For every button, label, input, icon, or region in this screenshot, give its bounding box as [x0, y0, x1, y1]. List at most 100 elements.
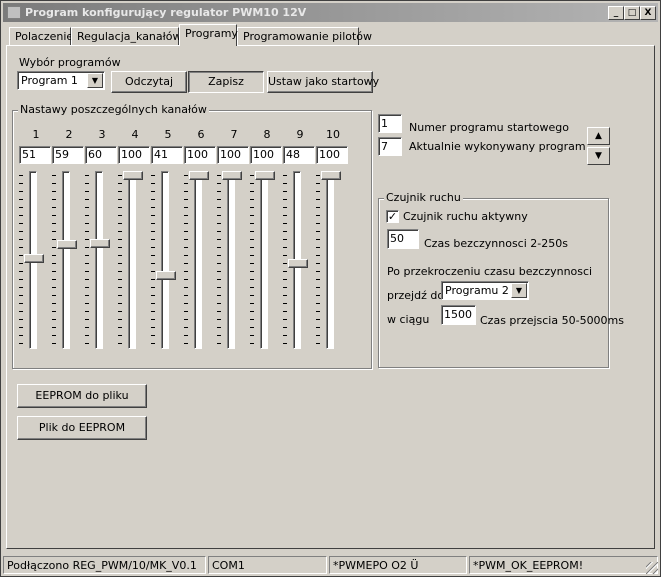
status-port: COM1	[208, 556, 327, 574]
channel-slider[interactable]	[316, 171, 346, 349]
slider-track[interactable]	[128, 171, 136, 349]
slider-track[interactable]	[161, 171, 169, 349]
slider-track[interactable]	[260, 171, 268, 349]
channel-number: 8	[263, 128, 271, 141]
resize-grip-icon[interactable]	[646, 562, 658, 574]
channel-number: 6	[197, 128, 205, 141]
slider-track[interactable]	[326, 171, 334, 349]
channel-value-field[interactable]: 100	[217, 146, 249, 164]
channel-value-field[interactable]: 100	[250, 146, 282, 164]
read-button[interactable]: Odczytaj	[111, 71, 187, 93]
tab-programowanie-pilotow[interactable]: Programowanie pilotów	[237, 27, 372, 45]
channel-value-field[interactable]: 48	[283, 146, 315, 164]
transition-time-field[interactable]: 1500	[441, 305, 476, 325]
channel-slider[interactable]	[283, 171, 313, 349]
slider-thumb[interactable]	[156, 271, 176, 280]
channel-number: 3	[98, 128, 106, 141]
channel-slider[interactable]	[217, 171, 247, 349]
tab-programy[interactable]: Programy	[179, 24, 238, 46]
slider-thumb[interactable]	[189, 171, 209, 180]
slider-ticks	[151, 175, 155, 345]
save-button[interactable]: Zapisz	[188, 71, 264, 93]
channel-number: 2	[65, 128, 73, 141]
channel-number: 5	[164, 128, 172, 141]
goto-program-select[interactable]: Programu 2 ▼	[441, 281, 529, 300]
arrow-up-button[interactable]: ▲	[587, 127, 610, 145]
eeprom-to-file-button[interactable]: EEPROM do pliku	[17, 384, 147, 408]
status-bar: Podłączono REG_PWM/10/MK_V0.1 COM1 *PWME…	[3, 556, 658, 574]
goto-label: przejdź do	[387, 289, 445, 302]
channel-number: 9	[296, 128, 304, 141]
arrow-up-icon: ▲	[595, 131, 602, 141]
slider-ticks	[85, 175, 89, 345]
motion-sensor-active-label: Czujnik ruchu aktywny	[403, 210, 528, 223]
slider-ticks	[52, 175, 56, 345]
set-start-button[interactable]: Ustaw jako startowy	[267, 71, 379, 93]
slider-thumb[interactable]	[24, 254, 44, 263]
chevron-down-icon[interactable]: ▼	[87, 73, 103, 88]
channel-slider[interactable]	[184, 171, 214, 349]
channels-group-label: Nastawy poszczególnych kanałów	[18, 103, 209, 116]
file-to-eeprom-button[interactable]: Plik do EEPROM	[17, 416, 147, 440]
channel-number: 7	[230, 128, 238, 141]
slider-thumb[interactable]	[255, 171, 275, 180]
within-label: w ciągu	[387, 313, 430, 326]
slider-ticks	[19, 175, 23, 345]
channel-value-field[interactable]: 100	[184, 146, 216, 164]
slider-track[interactable]	[62, 171, 70, 349]
channel-value-field[interactable]: 41	[151, 146, 183, 164]
slider-thumb[interactable]	[288, 259, 308, 268]
tab-regulacja-kanalow[interactable]: Regulacja_kanałów	[71, 27, 182, 45]
checkmark-icon: ✓	[387, 210, 398, 223]
slider-ticks	[283, 175, 287, 345]
slider-ticks	[250, 175, 254, 345]
motion-sensor-checkbox[interactable]: ✓	[386, 210, 399, 223]
program-select-value: Program 1	[21, 74, 78, 87]
channel-value-field[interactable]: 100	[316, 146, 348, 164]
slider-thumb[interactable]	[222, 171, 242, 180]
channel-number: 10	[326, 128, 340, 141]
channel-slider[interactable]	[151, 171, 181, 349]
channel-slider[interactable]	[250, 171, 280, 349]
window-title: Program konfigurujący regulator PWM10 12…	[25, 6, 307, 19]
current-program-label: Aktualnie wykonywany program	[409, 140, 586, 153]
current-program-field: 7	[378, 137, 402, 156]
slider-track[interactable]	[95, 171, 103, 349]
start-program-field[interactable]: 1	[378, 114, 402, 133]
maximize-button[interactable]: □	[624, 6, 640, 20]
channel-slider[interactable]	[19, 171, 49, 349]
slider-ticks	[316, 175, 320, 345]
channel-slider[interactable]	[85, 171, 115, 349]
arrow-down-button[interactable]: ▼	[587, 147, 610, 165]
slider-ticks	[184, 175, 188, 345]
slider-thumb[interactable]	[321, 171, 341, 180]
slider-track[interactable]	[194, 171, 202, 349]
channel-value-field[interactable]: 51	[19, 146, 51, 164]
slider-thumb[interactable]	[123, 171, 143, 180]
channel-number: 1	[32, 128, 40, 141]
channel-slider[interactable]	[52, 171, 82, 349]
chevron-down-icon[interactable]: ▼	[511, 283, 527, 298]
slider-track[interactable]	[227, 171, 235, 349]
goto-program-value: Programu 2	[445, 284, 509, 297]
idle-time-field[interactable]: 50	[387, 229, 419, 249]
status-message-1: *PWMEPO O2 Ü	[329, 556, 467, 574]
status-connection: Podłączono REG_PWM/10/MK_V0.1	[3, 556, 206, 574]
minimize-button[interactable]: _	[608, 6, 624, 20]
tab-polaczenie[interactable]: Polaczenie	[9, 27, 73, 45]
idle-time-label: Czas bezczynnosci 2-250s	[424, 237, 568, 250]
channel-value-field[interactable]: 59	[52, 146, 84, 164]
slider-ticks	[217, 175, 221, 345]
channel-number: 4	[131, 128, 139, 141]
app-icon[interactable]	[7, 6, 21, 19]
exceed-label: Po przekroczeniu czasu bezczynnosci	[387, 265, 593, 278]
title-bar[interactable]: Program konfigurujący regulator PWM10 12…	[3, 3, 658, 22]
arrow-down-icon: ▼	[595, 151, 602, 161]
channel-value-field[interactable]: 100	[118, 146, 150, 164]
channel-value-field[interactable]: 60	[85, 146, 117, 164]
channel-slider[interactable]	[118, 171, 148, 349]
slider-thumb[interactable]	[90, 239, 110, 248]
slider-thumb[interactable]	[57, 240, 77, 249]
close-button[interactable]: X	[640, 6, 656, 20]
program-select[interactable]: Program 1 ▼	[17, 71, 105, 90]
